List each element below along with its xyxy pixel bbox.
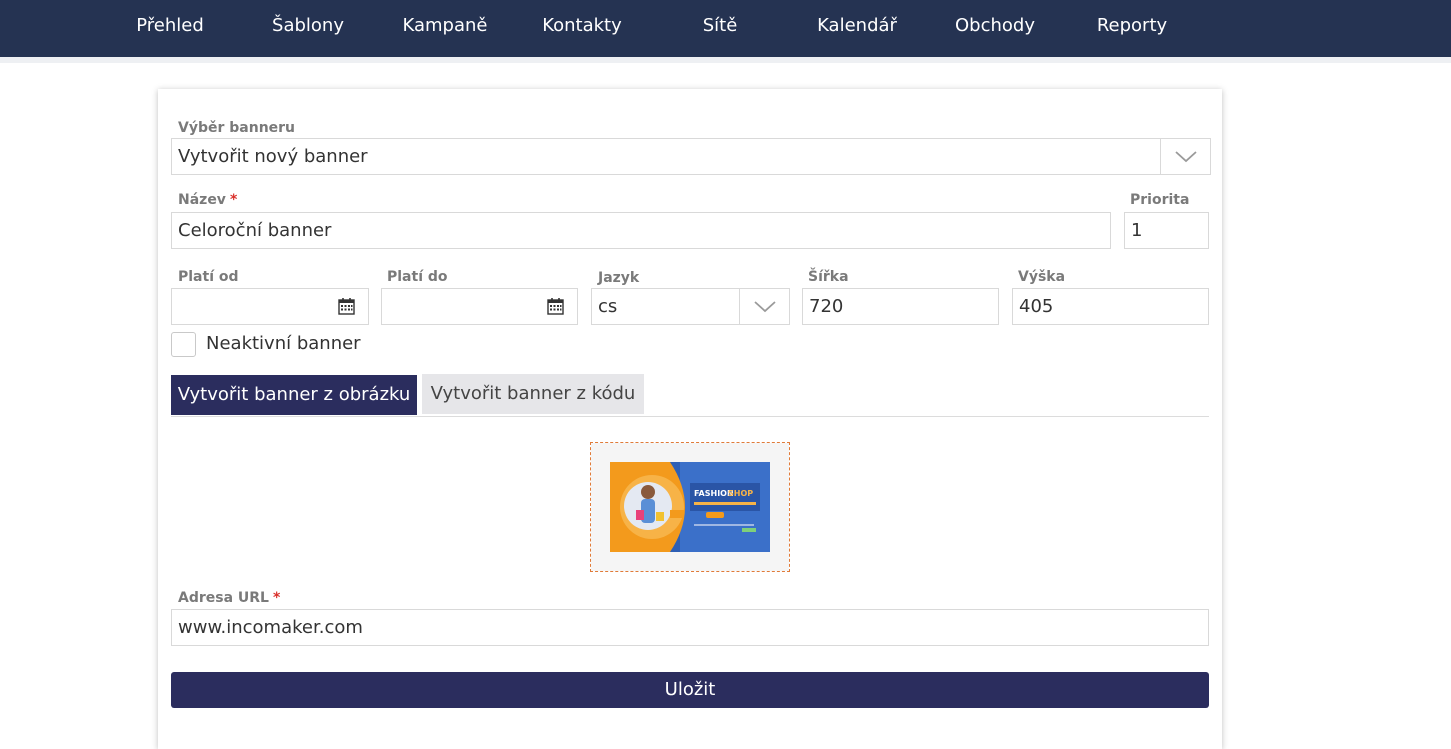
url-input[interactable]: www.incomaker.com xyxy=(171,609,1209,646)
valid-from-input[interactable] xyxy=(171,288,369,325)
name-input[interactable]: Celoroční banner xyxy=(171,212,1111,249)
banner-form-card: Výběr banneru Vytvořit nový banner Název… xyxy=(158,89,1222,749)
top-navigation: Přehled Šablony Kampaně Kontakty Sítě Ka… xyxy=(0,0,1451,57)
height-value: 405 xyxy=(1019,296,1054,317)
language-select[interactable]: cs xyxy=(591,288,790,325)
banner-image-preview: FASHION SHOP xyxy=(610,462,770,552)
chevron-down-icon xyxy=(1160,139,1210,174)
image-upload-area[interactable]: FASHION SHOP xyxy=(590,442,790,572)
nav-item-kampane[interactable]: Kampaně xyxy=(393,0,497,57)
url-value: www.incomaker.com xyxy=(178,617,363,638)
nav-item-kalendar[interactable]: Kalendář xyxy=(805,0,909,57)
banner-select-label: Výběr banneru xyxy=(178,120,296,136)
required-mark: * xyxy=(272,590,281,606)
banner-select-value: Vytvořit nový banner xyxy=(178,146,368,167)
name-value: Celoroční banner xyxy=(178,220,332,241)
save-button[interactable]: Uložit xyxy=(171,672,1209,708)
nav-item-kontakty[interactable]: Kontakty xyxy=(530,0,634,57)
width-label: Šířka xyxy=(808,269,849,285)
width-value: 720 xyxy=(809,296,844,317)
calendar-icon[interactable] xyxy=(547,297,564,315)
nav-item-sablony[interactable]: Šablony xyxy=(256,0,360,57)
banner-select[interactable]: Vytvořit nový banner xyxy=(171,138,1211,175)
nav-item-site[interactable]: Sítě xyxy=(668,0,772,57)
inactive-checkbox[interactable] xyxy=(171,332,196,357)
language-label: Jazyk xyxy=(598,270,640,286)
url-label: Adresa URL * xyxy=(178,590,281,606)
tab-banner-from-image[interactable]: Vytvořit banner z obrázku xyxy=(171,375,417,415)
height-input[interactable]: 405 xyxy=(1012,288,1209,325)
tab-banner-from-code[interactable]: Vytvořit banner z kódu xyxy=(422,374,644,414)
language-value: cs xyxy=(598,296,618,317)
height-label: Výška xyxy=(1018,269,1066,285)
priority-input[interactable]: 1 xyxy=(1124,212,1209,249)
valid-to-input[interactable] xyxy=(381,288,578,325)
inactive-checkbox-label[interactable]: Neaktivní banner xyxy=(206,333,361,354)
valid-from-label: Platí od xyxy=(178,269,239,285)
priority-label: Priorita xyxy=(1130,192,1190,208)
chevron-down-icon xyxy=(739,289,789,324)
required-mark: * xyxy=(229,192,238,208)
valid-to-label: Platí do xyxy=(387,269,448,285)
name-label: Název * xyxy=(178,192,238,208)
width-input[interactable]: 720 xyxy=(802,288,999,325)
nav-item-prehled[interactable]: Přehled xyxy=(118,0,222,57)
tab-divider xyxy=(171,416,1209,417)
subbar-divider xyxy=(0,57,1451,63)
priority-value: 1 xyxy=(1131,220,1143,241)
calendar-icon[interactable] xyxy=(338,297,355,315)
nav-item-reporty[interactable]: Reporty xyxy=(1080,0,1184,57)
preview-title-2: SHOP xyxy=(728,489,753,498)
nav-item-obchody[interactable]: Obchody xyxy=(943,0,1047,57)
